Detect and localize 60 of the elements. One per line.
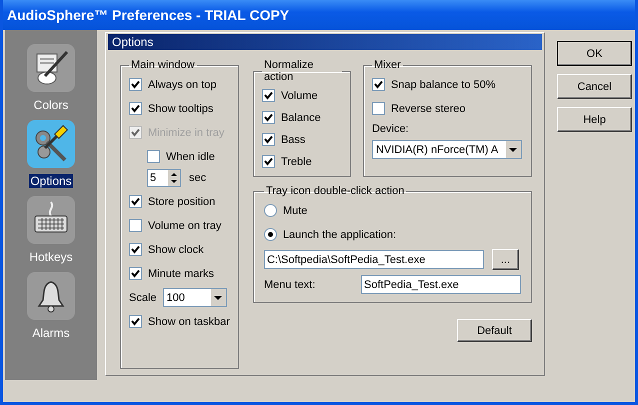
dialog-button[interactable]: Cancel (557, 74, 632, 99)
sidebar-label[interactable]: Colors (32, 98, 70, 112)
sidebar-item[interactable] (27, 196, 75, 244)
sidebar-item[interactable] (27, 120, 75, 168)
sidebar-label[interactable]: Options (29, 174, 73, 188)
checkbox-label: When idle (166, 150, 215, 162)
default-button[interactable]: Default (457, 319, 532, 342)
device-dropdown[interactable]: NVIDIA(R) nForce(TM) A (372, 140, 522, 159)
sidebar-item[interactable] (27, 272, 75, 320)
dropdown-arrow-icon[interactable] (214, 296, 222, 300)
scale-label: Scale (129, 292, 157, 304)
checkbox[interactable] (262, 89, 275, 102)
dropdown-arrow-icon[interactable] (509, 148, 518, 152)
checkbox-label: Bass (280, 134, 306, 146)
checkbox[interactable] (129, 315, 142, 328)
sidebar-label[interactable]: Alarms (31, 326, 71, 340)
checkbox-label: Show tooltips (148, 102, 214, 114)
browse-button[interactable]: ... (492, 249, 519, 270)
checkbox[interactable] (372, 102, 385, 115)
checkbox[interactable] (129, 78, 142, 91)
radio-label: Mute (282, 204, 308, 216)
checkbox-label: Always on top (148, 78, 216, 90)
checkbox[interactable] (129, 195, 142, 208)
checkbox-label: Reverse stereo (390, 102, 466, 114)
radio-button[interactable] (264, 204, 277, 217)
checkbox[interactable] (262, 111, 275, 124)
checkbox-label: Minute marks (148, 268, 214, 280)
dialog-button[interactable]: Help (557, 107, 632, 132)
checkbox[interactable] (129, 243, 142, 256)
checkbox[interactable] (372, 78, 385, 91)
scale-dropdown[interactable]: 100 (162, 288, 227, 307)
checkbox-label: Show clock (148, 244, 204, 256)
group-title: Tray icon double-click action (264, 185, 406, 197)
checkbox-label: Store position (148, 196, 216, 208)
checkbox-label: Treble (280, 156, 312, 168)
group-title: Normalize action (262, 59, 314, 83)
radio-label: Launch the application: (282, 228, 396, 240)
menu-text-field[interactable]: SoftPedia_Test.exe (361, 275, 521, 294)
checkbox-label: Show on taskbar (148, 316, 230, 328)
checkbox[interactable] (129, 102, 142, 115)
checkbox-label: Snap balance to 50% (390, 78, 496, 90)
sidebar-item[interactable] (27, 44, 75, 92)
device-label: Device: (372, 123, 410, 135)
window-title: AudioSphere™ Preferences - TRIAL COPY (7, 7, 290, 23)
checkbox[interactable] (129, 267, 142, 280)
menu-text-label: Menu text: (264, 278, 316, 290)
checkbox[interactable] (262, 155, 275, 168)
unit-label: sec (189, 172, 206, 184)
radio-button[interactable] (264, 228, 277, 241)
checkbox[interactable] (129, 219, 142, 232)
panel-title: Options (108, 34, 542, 50)
dialog-button[interactable]: OK (557, 41, 632, 66)
group-title: Main window (130, 59, 196, 71)
checkbox-label: Volume (280, 90, 318, 102)
checkbox-label: Balance (280, 112, 321, 124)
checkbox-label: Volume on tray (148, 220, 222, 232)
path-field[interactable]: C:\Softpedia\SoftPedia_Test.exe (264, 250, 484, 269)
group-title: Mixer (372, 59, 402, 71)
sidebar-label[interactable]: Hotkeys (28, 250, 74, 264)
checkbox[interactable] (262, 133, 275, 146)
